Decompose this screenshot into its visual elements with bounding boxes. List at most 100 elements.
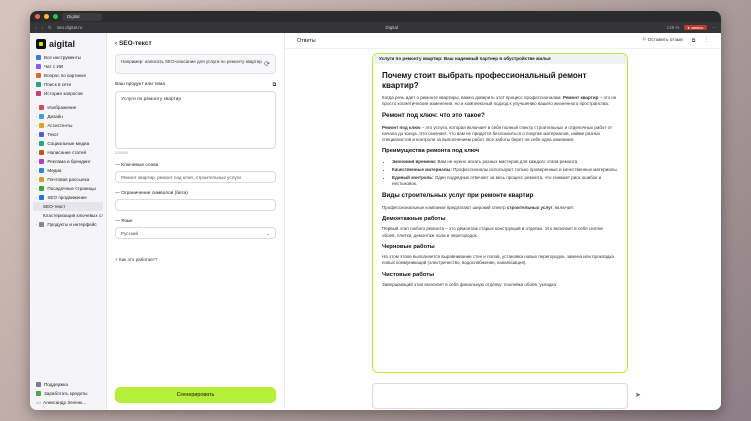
chevron-icon: › [36, 168, 38, 173]
chevron-down-icon: ⌄ [266, 231, 270, 236]
logo[interactable]: aigital [33, 37, 103, 53]
form-panel: ‹ SEO-текст Например: написать SEO-описа… [107, 33, 285, 410]
sidebar: aigital Все инструменты Чат с ИИ Вопрос по… [30, 33, 107, 410]
answer-body: Почему стоит выбрать профессиональный ре… [373, 64, 627, 296]
list-item: Единый контроль: Один подрядчик отвечает… [392, 175, 618, 187]
keywords-toggle[interactable]: — Ключевые слова [115, 163, 276, 168]
group-icon [39, 123, 45, 129]
group-icon [39, 168, 45, 174]
example-prompt[interactable]: Например: написать SEO-описание для услу… [115, 54, 276, 74]
limit-toggle[interactable]: — Ограничение символов (бета) [115, 191, 276, 196]
support-icon [36, 382, 41, 388]
page-title: Digital [385, 25, 398, 30]
reload-icon[interactable]: ↻ [48, 25, 52, 31]
language-toggle[interactable]: — Язык [115, 219, 276, 224]
group-icon [39, 159, 45, 165]
sidebar-subitem[interactable]: Кластеризация ключевых слов [33, 211, 103, 220]
answers-panel: Ответы ⚐ Оставить отзыв ⧉ ⋮ Услуги по ре… [285, 33, 721, 410]
copy-answer-icon[interactable]: ⧉ [692, 38, 695, 44]
sidebar-group[interactable]: › Реклама и брендинг [33, 157, 103, 166]
zoom-level[interactable]: 125 % [667, 25, 680, 30]
sidebar-item-user[interactable]: АЗ Александр Зеленк... [33, 398, 103, 407]
sidebar-item-top[interactable]: История запросов [33, 89, 103, 98]
sidebar-item-top[interactable]: Вопрос по картинке [33, 71, 103, 80]
logo-icon [36, 39, 46, 49]
topic-textarea[interactable]: Услуги по ремонту квартир [115, 91, 276, 149]
answer-header: Услуги по ремонту квартир: Ваш надежный … [373, 54, 627, 64]
group-icon [39, 141, 45, 147]
sidebar-group[interactable]: › Изображение [33, 103, 103, 112]
chevron-icon: › [36, 222, 38, 227]
more-icon[interactable]: ⋮ [704, 38, 709, 44]
sidebar-group[interactable]: › Социальные медиа [33, 139, 103, 148]
group-icon [39, 105, 45, 111]
title-bar: Digital [30, 11, 721, 22]
sidebar-item-top[interactable]: Поиск в сети [33, 80, 103, 89]
sidebar-group[interactable]: › Текст [33, 130, 103, 139]
chevron-icon: › [36, 141, 38, 146]
maximize-icon[interactable] [53, 14, 58, 19]
group-icon [39, 132, 45, 138]
list-item: Экономия времени: Вам не нужно искать ра… [392, 159, 618, 165]
browser-window: Digital ‹ › ↻ seo.digital.ru Digital 125… [30, 11, 721, 410]
nav-back-icon[interactable]: ‹ [35, 25, 37, 30]
browser-tab[interactable]: Digital [62, 12, 102, 21]
sidebar-subitem[interactable]: SEO-текст [33, 202, 103, 211]
answer-h3: Преимущества ремонта под ключ [382, 148, 479, 154]
close-icon[interactable] [35, 14, 40, 19]
back-link[interactable]: ‹ SEO-текст [115, 38, 276, 50]
group-icon [39, 195, 45, 201]
menu-icon[interactable]: ⋯ [712, 25, 717, 31]
chevron-icon: › [36, 114, 38, 119]
menu-item-icon [36, 82, 41, 88]
sidebar-group[interactable]: › SEO продвижение [33, 193, 103, 202]
list-item: Качественные материалы: Профессионалы ис… [392, 167, 618, 173]
limit-input[interactable] [115, 199, 276, 211]
chevron-icon: › [36, 123, 38, 128]
answer-card: Услуги по ремонту квартир: Ваш надежный … [372, 53, 628, 373]
menu-item-icon [36, 91, 41, 97]
chevron-icon: › [36, 186, 38, 191]
benefits-list: Экономия времени: Вам не нужно искать ра… [382, 159, 618, 187]
sidebar-group[interactable]: › Дизайн [33, 112, 103, 121]
sidebar-group[interactable]: › Ассистенты [33, 121, 103, 130]
minimize-icon[interactable] [44, 14, 49, 19]
sidebar-item-top[interactable]: Все инструменты [33, 53, 103, 62]
group-icon [39, 177, 45, 183]
group-icon [39, 186, 45, 192]
sidebar-group[interactable]: › Продукты и интерфейс [33, 220, 103, 229]
chevron-icon: › [36, 132, 38, 137]
sidebar-group[interactable]: › Медиа [33, 166, 103, 175]
brand-name: aigital [49, 39, 76, 49]
sidebar-group[interactable]: › Написание статей [33, 148, 103, 157]
topic-label: Ваш продукт или тема [115, 82, 166, 87]
group-icon [39, 222, 45, 228]
language-select[interactable]: Русский ⌄ [115, 227, 276, 239]
send-icon[interactable]: ➤ [635, 391, 641, 399]
nav-forward-icon[interactable]: › [42, 25, 44, 30]
keywords-input[interactable]: Ремонт квартир, ремонт под ключ, строите… [115, 171, 276, 183]
browser-toolbar: ‹ › ↻ seo.digital.ru Digital 125 % ● зап… [30, 22, 721, 33]
sidebar-item-earn[interactable]: Заработать кредиты [33, 389, 103, 398]
chevron-icon: › [36, 159, 38, 164]
sidebar-group[interactable]: › Почтовая рассылка [33, 175, 103, 184]
how-it-works-link[interactable]: + Как это работает? [115, 257, 276, 262]
recording-badge[interactable]: ● запись [684, 25, 707, 30]
answer-h1: Почему стоит выбрать профессиональный ре… [382, 71, 587, 90]
answers-title: Ответы [297, 37, 316, 44]
sidebar-item-support[interactable]: Поддержка [33, 380, 103, 389]
address-bar[interactable]: seo.digital.ru [57, 25, 117, 30]
refresh-icon[interactable]: ⟳ [264, 60, 270, 68]
answer-h2: Ремонт под ключ: что это такое? [382, 112, 485, 120]
feedback-button[interactable]: ⚐ Оставить отзыв [642, 38, 683, 44]
sidebar-item-top[interactable]: Чат с ИИ [33, 62, 103, 71]
group-icon [39, 150, 45, 156]
copy-icon[interactable]: ⧉ [273, 82, 276, 88]
chevron-icon: › [36, 177, 38, 182]
char-counter: 21/5000 [115, 151, 128, 155]
generate-button[interactable]: Сгенерировать [115, 387, 276, 403]
sidebar-group[interactable]: › Посадочные страницы [33, 184, 103, 193]
avatar: АЗ [36, 400, 42, 405]
message-input[interactable] [372, 383, 628, 409]
credits-icon [36, 391, 41, 397]
